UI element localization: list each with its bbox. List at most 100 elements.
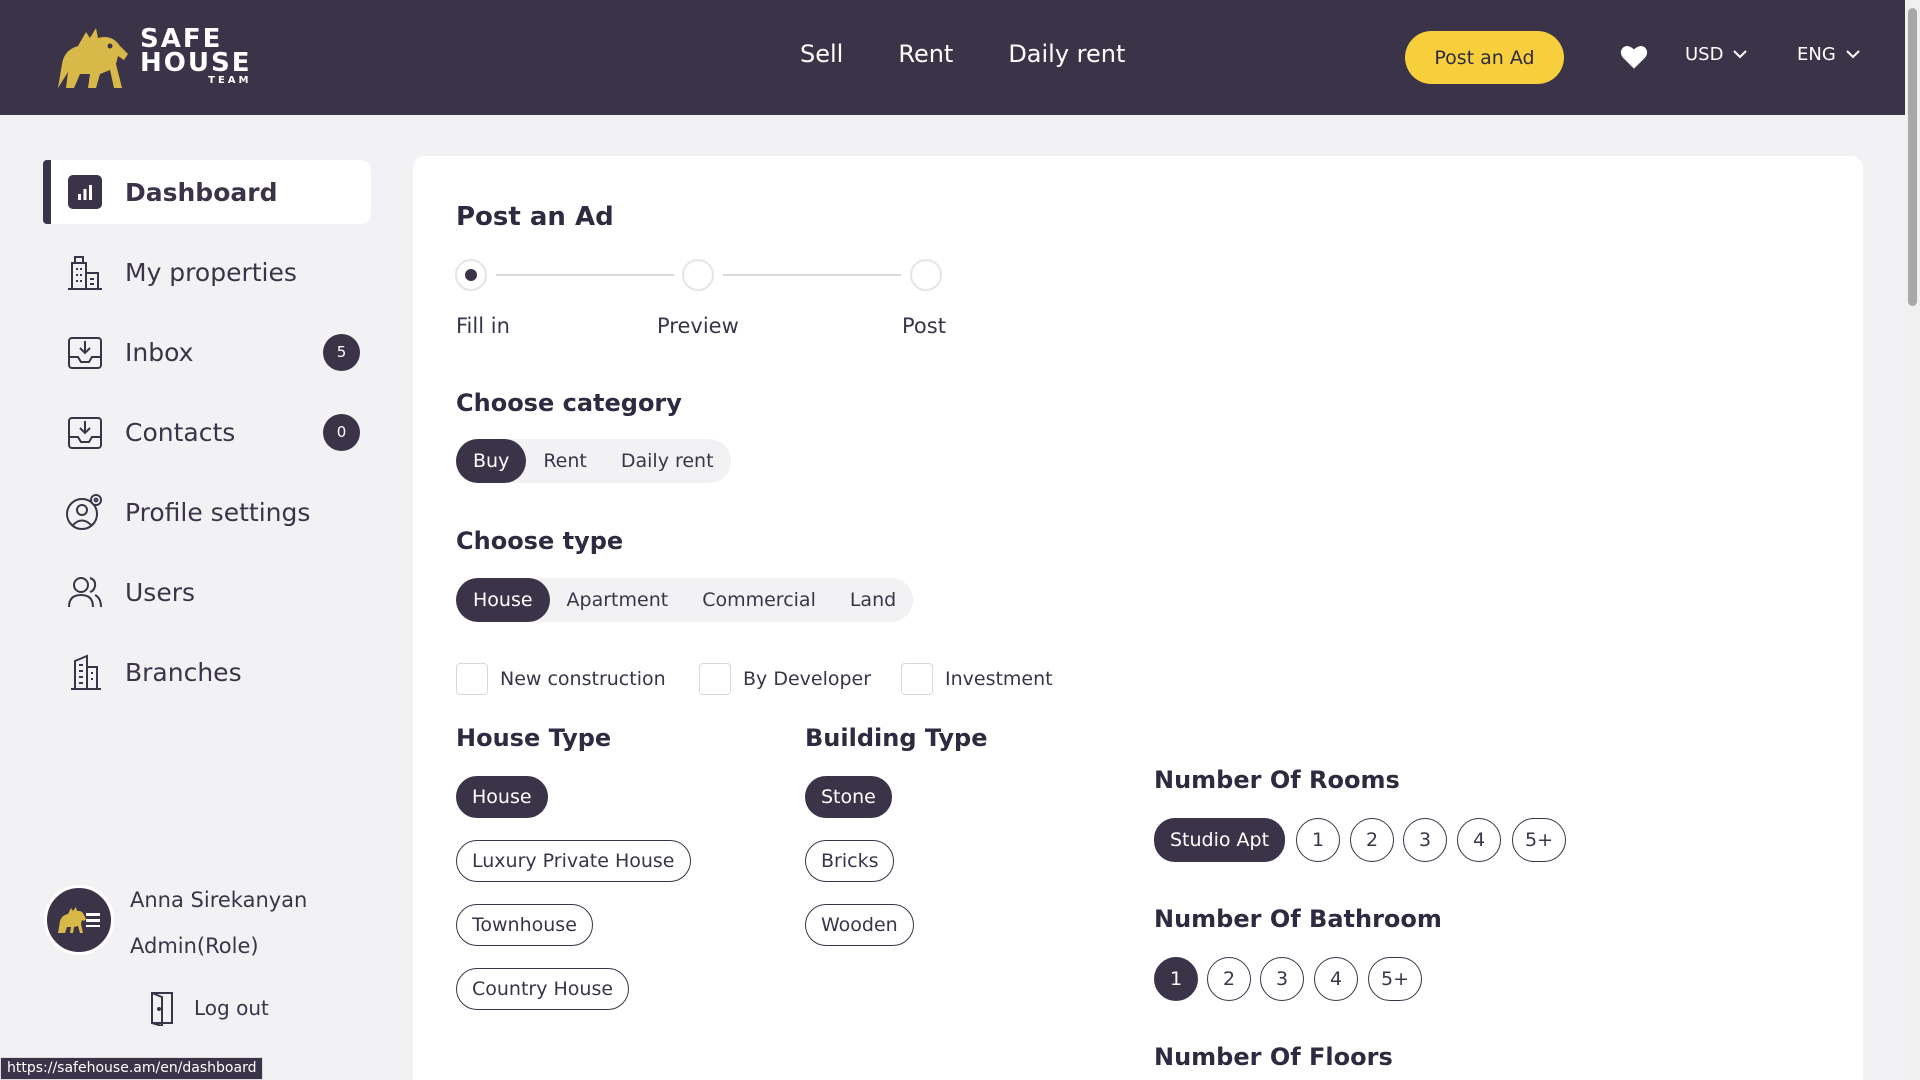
sidebar-item-branches[interactable]: Branches	[43, 640, 371, 704]
safehouse-logo[interactable]: SAFE HOUSE TEAM	[52, 24, 251, 90]
page-scrollbar[interactable]	[1905, 0, 1920, 1080]
bathrooms-option-5-plus[interactable]: 5+	[1368, 957, 1422, 1001]
properties-icon	[65, 252, 105, 292]
logo-wordmark: SAFE HOUSE TEAM	[140, 26, 252, 87]
type-option-land[interactable]: Land	[833, 578, 913, 622]
page-title: Post an Ad	[456, 202, 614, 232]
contacts-count-badge: 0	[323, 413, 360, 451]
scrollbar-thumb[interactable]	[1908, 8, 1917, 306]
type-option-apartment[interactable]: Apartment	[550, 578, 686, 622]
rooms-option-3[interactable]: 3	[1403, 818, 1447, 862]
rooms-option-studio-apt[interactable]: Studio Apt	[1154, 818, 1286, 862]
dashboard-icon	[65, 172, 105, 212]
sidebar-item-label: Inbox	[125, 337, 194, 367]
step-fill-in-dot[interactable]	[455, 259, 487, 291]
language-select[interactable]: ENG	[1797, 44, 1860, 65]
sidebar-item-dashboard[interactable]: Dashboard	[43, 160, 371, 224]
safehouse-avatar-logo-icon	[58, 907, 100, 933]
bathrooms-option-3[interactable]: 3	[1260, 957, 1304, 1001]
checkbox-label: Investment	[945, 668, 1053, 690]
step-connector	[723, 274, 901, 276]
sidebar-item-contacts[interactable]: Contacts 0	[43, 400, 371, 464]
type-option-house[interactable]: House	[456, 578, 550, 622]
step-label-fill-in: Fill in	[456, 314, 510, 338]
favorites-heart-icon[interactable]	[1620, 44, 1648, 70]
sidebar-item-users[interactable]: Users	[43, 560, 371, 624]
nav-sell[interactable]: Sell	[800, 40, 843, 68]
step-label-post: Post	[902, 314, 946, 338]
checkbox-investment[interactable]: Investment	[901, 663, 1053, 695]
house-type-heading: House Type	[456, 724, 612, 752]
chevron-down-icon	[1846, 50, 1860, 59]
house-type-option-townhouse[interactable]: Townhouse	[456, 904, 593, 946]
sidebar-item-my-properties[interactable]: My properties	[43, 240, 371, 304]
building-type-option-wooden[interactable]: Wooden	[805, 904, 914, 946]
users-icon	[65, 572, 105, 612]
nav-daily-rent[interactable]: Daily rent	[1008, 40, 1125, 68]
type-segmented-control: House Apartment Commercial Land	[456, 578, 914, 622]
logout-door-icon	[151, 992, 173, 1026]
checkbox-new-construction[interactable]: New construction	[456, 663, 666, 695]
sidebar: Dashboard My properties Inbox 5 Contacts…	[0, 115, 410, 1080]
language-value: ENG	[1797, 44, 1836, 65]
logout-label: Log out	[194, 996, 269, 1020]
sidebar-item-label: Contacts	[125, 417, 236, 447]
sidebar-item-label: Profile settings	[125, 497, 311, 527]
floors-heading: Number Of Floors	[1154, 1043, 1393, 1071]
category-option-daily-rent[interactable]: Daily rent	[604, 439, 731, 483]
bathrooms-option-2[interactable]: 2	[1207, 957, 1251, 1001]
chevron-down-icon	[1733, 50, 1748, 59]
rooms-option-2[interactable]: 2	[1350, 818, 1394, 862]
building-type-option-stone[interactable]: Stone	[805, 776, 892, 818]
sidebar-item-profile-settings[interactable]: Profile settings	[43, 480, 371, 544]
logout-button[interactable]: Log out	[148, 990, 269, 1026]
bathrooms-option-1[interactable]: 1	[1154, 957, 1198, 1001]
sidebar-item-label: My properties	[125, 257, 297, 287]
currency-value: USD	[1685, 44, 1724, 65]
step-label-preview: Preview	[657, 314, 739, 338]
checkbox-box[interactable]	[456, 663, 488, 695]
sidebar-item-inbox[interactable]: Inbox 5	[43, 320, 371, 384]
logo-line-2: HOUSE	[140, 48, 252, 78]
currency-select[interactable]: USD	[1685, 44, 1748, 65]
category-option-buy[interactable]: Buy	[456, 439, 527, 483]
building-type-option-bricks[interactable]: Bricks	[805, 840, 895, 882]
step-connector	[496, 274, 674, 276]
building-type-heading: Building Type	[805, 724, 988, 752]
type-option-commercial[interactable]: Commercial	[685, 578, 833, 622]
category-segmented-control: Buy Rent Daily rent	[456, 439, 731, 483]
nav-rent[interactable]: Rent	[898, 40, 953, 68]
rooms-option-1[interactable]: 1	[1296, 818, 1340, 862]
checkbox-label: New construction	[500, 668, 666, 690]
house-type-option-country-house[interactable]: Country House	[456, 968, 630, 1010]
step-preview-dot[interactable]	[682, 259, 714, 291]
checkbox-by-developer[interactable]: By Developer	[699, 663, 871, 695]
rooms-option-5-plus[interactable]: 5+	[1512, 818, 1566, 862]
post-an-ad-button[interactable]: Post an Ad	[1405, 31, 1564, 84]
rooms-option-4[interactable]: 4	[1457, 818, 1501, 862]
rooms-heading: Number Of Rooms	[1154, 766, 1400, 794]
house-type-option-house[interactable]: House	[456, 776, 548, 818]
bathrooms-option-4[interactable]: 4	[1314, 957, 1358, 1001]
checkbox-box[interactable]	[699, 663, 731, 695]
user-profile-box: Anna Sirekanyan Admin(Role)	[44, 885, 307, 969]
lion-logo-icon	[58, 28, 128, 88]
user-role: Admin(Role)	[130, 934, 259, 958]
branches-icon	[65, 652, 105, 692]
main-nav: Sell Rent Daily rent	[800, 40, 1180, 68]
house-type-option-luxury-private-house[interactable]: Luxury Private House	[456, 840, 691, 882]
status-bar-url: https://safehouse.am/en/dashboard	[0, 1057, 264, 1080]
inbox-count-badge: 5	[323, 333, 360, 371]
checkbox-box[interactable]	[901, 663, 933, 695]
contacts-icon	[65, 412, 105, 452]
step-post-dot[interactable]	[910, 259, 942, 291]
user-name: Anna Sirekanyan	[130, 888, 308, 912]
avatar[interactable]	[44, 885, 114, 955]
category-option-rent[interactable]: Rent	[526, 439, 604, 483]
user-info: Anna Sirekanyan Admin(Role)	[130, 877, 307, 969]
category-heading: Choose category	[456, 389, 682, 417]
sidebar-item-label: Dashboard	[125, 177, 278, 207]
sidebar-item-label: Branches	[125, 657, 242, 687]
inbox-icon	[65, 332, 105, 372]
profile-settings-icon	[65, 492, 105, 532]
